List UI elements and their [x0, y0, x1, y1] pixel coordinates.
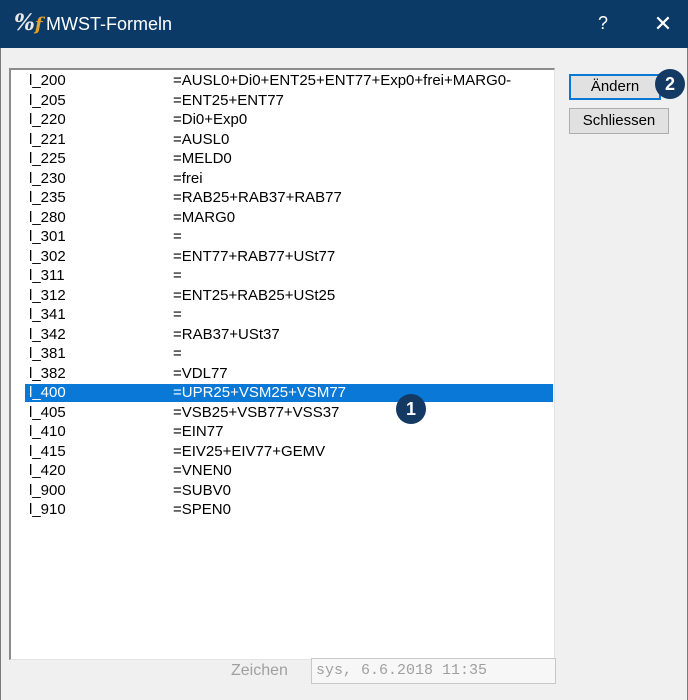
formula-expression: =VDL77 [173, 364, 228, 382]
change-button[interactable]: Ändern [569, 74, 661, 100]
formula-name: l_415 [29, 442, 66, 460]
list-item[interactable]: l_225 =MELD0 [25, 150, 553, 168]
formula-name: l_280 [29, 208, 66, 226]
formula-expression: = [173, 345, 182, 362]
close-window-button[interactable]: ✕ [638, 0, 688, 48]
formula-expression: = [173, 306, 182, 323]
list-item[interactable]: l_341 = [25, 306, 553, 324]
app-icon: %f [14, 10, 43, 36]
formula-expression: =RAB25+RAB37+RAB77 [173, 189, 342, 206]
formula-expression: = [173, 228, 182, 245]
formula-list[interactable]: l_200 =AUSL0+Di0+ENT25+ENT77+Exp0+frei+MA… [9, 68, 555, 660]
list-item-selected[interactable]: l_400 =UPR25+VSM25+VSM77 [25, 384, 553, 402]
formula-name: l_301 [29, 228, 66, 245]
list-item[interactable]: l_410 =EIN77 [25, 423, 553, 441]
formula-name: l_341 [29, 306, 66, 323]
list-item[interactable]: l_405 =VSB25+VSB77+VSS37 [25, 404, 553, 422]
list-item[interactable]: l_205 =ENT25+ENT77 [25, 92, 553, 110]
formula-expression: =UPR25+VSM25+VSM77 [173, 384, 347, 401]
formula-expression: =SPEN0 [173, 501, 231, 518]
formula-expression: =AUSL0+Di0+ENT25+ENT77+Exp0+frei+MARG0- [173, 72, 512, 89]
formula-name: l_221 [29, 130, 66, 148]
list-item[interactable]: l_302 =ENT77+RAB77+USt77 [25, 248, 553, 266]
formula-name: l_230 [29, 169, 66, 187]
list-item[interactable]: l_342 =RAB37+USt37 [25, 326, 553, 344]
formula-name: l_220 [29, 111, 66, 128]
formula-expression: =frei [173, 169, 203, 187]
help-button[interactable]: ? [580, 0, 626, 48]
close-button[interactable]: Schliessen [569, 108, 669, 134]
callout-badge-1: 1 [396, 394, 426, 424]
window-title: MWST-Formeln [46, 14, 172, 34]
formula-expression: =Di0+Exp0 [173, 111, 248, 128]
formula-name: l_400 [29, 384, 66, 401]
formula-expression: =RAB37+USt37 [173, 325, 280, 343]
formula-name: l_312 [29, 286, 66, 304]
title-bar: %f MWST-Formeln ? ✕ [0, 0, 688, 48]
formula-name: l_382 [29, 364, 66, 382]
list-item[interactable]: l_221 =AUSL0 [25, 131, 553, 149]
formula-expression: =EIN77 [173, 423, 224, 440]
list-item[interactable]: l_420 =VNEN0 [25, 462, 553, 480]
formula-name: l_200 [29, 72, 66, 89]
list-item[interactable]: l_230 =frei [25, 170, 553, 188]
formula-expression: =MELD0 [173, 150, 232, 167]
formula-name: l_205 [29, 91, 66, 109]
formula-name: l_302 [29, 247, 66, 265]
formula-name: l_900 [29, 481, 66, 499]
list-item[interactable]: l_301 = [25, 228, 553, 246]
list-item[interactable]: l_200 =AUSL0+Di0+ENT25+ENT77+Exp0+frei+MA… [25, 72, 553, 90]
list-item[interactable]: l_910 =SPEN0 [25, 501, 553, 519]
formula-name: l_381 [29, 345, 66, 362]
formula-expression: = [173, 267, 182, 284]
formula-expression: =AUSL0 [173, 130, 230, 148]
zeichen-field: sys, 6.6.2018 11:35 [311, 658, 556, 684]
list-item[interactable]: l_381 = [25, 345, 553, 363]
formula-name: l_225 [29, 150, 66, 167]
list-item[interactable]: l_280 =MARG0 [25, 209, 553, 227]
formula-name: l_910 [29, 501, 66, 518]
list-item[interactable]: l_382 =VDL77 [25, 365, 553, 383]
formula-expression: =ENT77+RAB77+USt77 [173, 247, 336, 265]
formula-expression: =MARG0 [173, 208, 236, 226]
formula-expression: =ENT25+ENT77 [173, 91, 284, 109]
zeichen-label: Zeichen [231, 662, 288, 679]
list-item[interactable]: l_900 =SUBV0 [25, 482, 553, 500]
list-item[interactable]: l_312 =ENT25+RAB25+USt25 [25, 287, 553, 305]
formula-name: l_420 [29, 462, 66, 479]
formula-name: l_342 [29, 325, 66, 343]
callout-badge-2: 2 [655, 69, 685, 99]
list-item[interactable]: l_311 = [25, 267, 553, 285]
formula-expression: =VNEN0 [173, 462, 232, 479]
formula-expression: =VSB25+VSB77+VSS37 [173, 403, 340, 421]
formula-expression: =ENT25+RAB25+USt25 [173, 286, 336, 304]
list-item[interactable]: l_235 =RAB25+RAB37+RAB77 [25, 189, 553, 207]
formula-name: l_235 [29, 189, 66, 206]
formula-expression: =EIV25+EIV77+GEMV [173, 442, 326, 460]
formula-name: l_405 [29, 403, 66, 421]
list-item[interactable]: l_220 =Di0+Exp0 [25, 111, 553, 129]
formula-expression: =SUBV0 [173, 481, 231, 499]
formula-name: l_410 [29, 423, 66, 440]
dialog-body: l_200 =AUSL0+Di0+ENT25+ENT77+Exp0+frei+MA… [0, 48, 688, 700]
list-item[interactable]: l_415 =EIV25+EIV77+GEMV [25, 443, 553, 461]
formula-name: l_311 [29, 267, 65, 284]
